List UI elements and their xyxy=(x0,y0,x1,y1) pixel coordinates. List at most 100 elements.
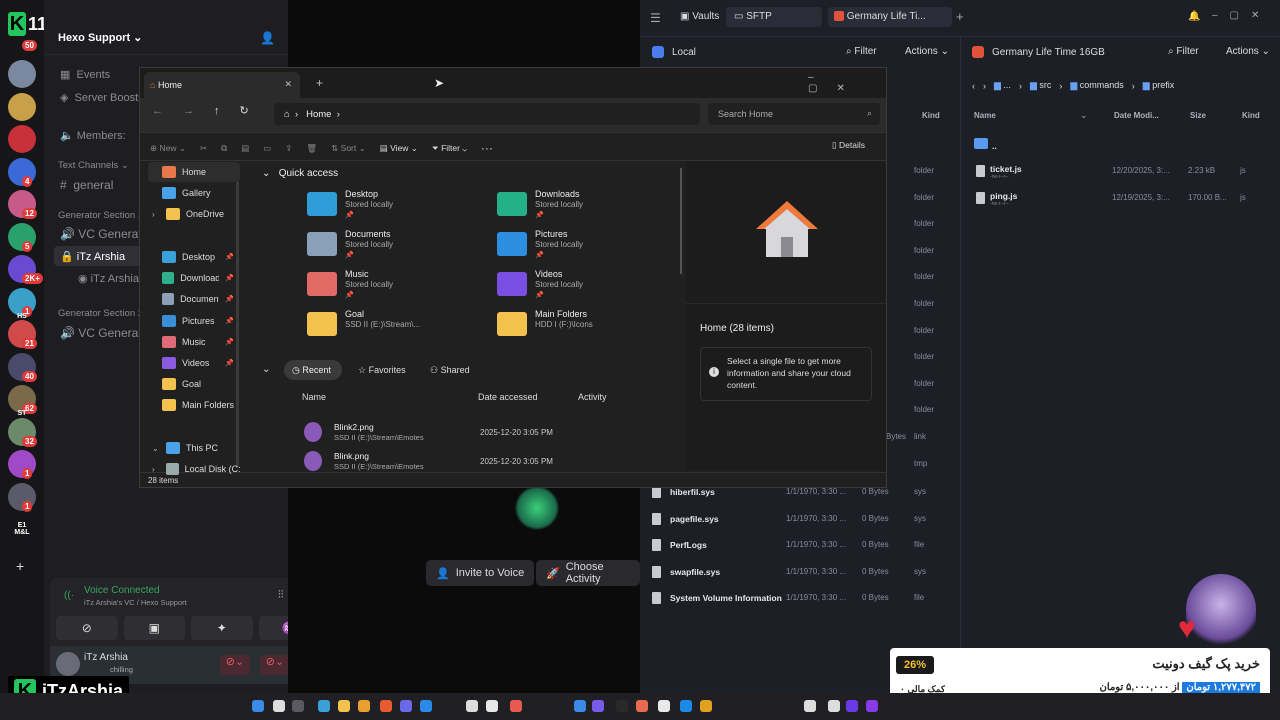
tab-shared[interactable]: ⚇ Shared xyxy=(422,360,478,380)
server-icon[interactable] xyxy=(8,125,36,153)
sidebar-item-main-folders[interactable]: Main Folders xyxy=(148,395,240,415)
category-gen2[interactable]: Generator Section 2 xyxy=(58,308,143,319)
delete-icon[interactable]: 🗑 xyxy=(306,143,317,154)
breadcrumb[interactable]: ⌂ › Home › xyxy=(274,103,700,125)
taskbar-app-icon[interactable] xyxy=(680,700,692,712)
add-member-icon[interactable]: 👤 xyxy=(260,31,275,45)
voice-channel[interactable]: iTz Arshia's VC / Hexo Support xyxy=(84,598,187,607)
quick-access-item[interactable]: Main Folders HDD I (F:)\Icons xyxy=(497,306,667,342)
local-kind-header[interactable]: Kind xyxy=(922,111,940,120)
sidebar-item-home[interactable]: Home xyxy=(148,162,240,182)
sidebar-item-goal[interactable]: Goal xyxy=(148,374,240,394)
avatar[interactable] xyxy=(56,652,80,676)
sidebar-item-music[interactable]: Music 📌 xyxy=(148,332,240,352)
column-date[interactable]: Date accessed xyxy=(478,392,538,402)
taskbar-app-icon[interactable] xyxy=(486,700,498,712)
taskbar-app-icon[interactable] xyxy=(292,700,304,712)
remote-file-row[interactable]: ticket.js -rw-r--r-- 12/20/2025, 3:... 2.23… xyxy=(974,164,1274,184)
collapse-recent-icon[interactable]: ⌄ xyxy=(262,364,270,375)
paste-icon[interactable]: ▤ xyxy=(241,143,249,154)
taskbar-app-icon[interactable] xyxy=(828,700,840,712)
sidebar-item-documents[interactable]: Documents 📌 xyxy=(148,289,240,309)
taskbar-app-icon[interactable] xyxy=(846,700,858,712)
forward-icon[interactable]: › xyxy=(983,81,986,91)
remote-col-size[interactable]: Size xyxy=(1190,111,1206,120)
window-controls[interactable]: –▢✕ xyxy=(808,72,886,94)
taskbar-app-icon[interactable] xyxy=(338,700,350,712)
local-filter-button[interactable]: ⌕ Filter xyxy=(846,46,877,57)
quick-access-item[interactable]: Goal SSD II (E:)\Stream\... xyxy=(307,306,477,342)
sort-icon[interactable]: ⌄ xyxy=(1080,110,1088,121)
taskbar-app-icon[interactable] xyxy=(252,700,264,712)
add-server-icon[interactable]: + xyxy=(16,558,24,574)
tab-favorites[interactable]: ☆ Favorites xyxy=(350,360,414,380)
taskbar-app-icon[interactable] xyxy=(804,700,816,712)
taskbar-app-icon[interactable] xyxy=(466,700,478,712)
share-icon[interactable]: ⇪ xyxy=(285,143,292,154)
channel-general[interactable]: # general xyxy=(60,178,113,192)
sidebar-item-videos[interactable]: Videos 📌 xyxy=(148,353,240,373)
local-file-row[interactable]: PerfLogs 1/1/1970, 3:30 ... 0 Bytes file xyxy=(652,539,952,557)
local-file-row[interactable]: System Volume Information 1/1/1970, 3:30 … xyxy=(652,592,952,610)
new-button[interactable]: ⊕ New ⌄ xyxy=(150,143,186,154)
sidebar-item-local-disk-c-[interactable]: › Local Disk (C:) xyxy=(148,459,240,479)
menu-icon[interactable]: ☰ xyxy=(650,11,661,25)
column-activity[interactable]: Activity xyxy=(578,392,607,402)
remote-col-name[interactable]: Name xyxy=(974,111,996,120)
bell-icon[interactable]: 🔔 xyxy=(1188,11,1200,22)
new-tab-button[interactable]: + xyxy=(956,9,964,24)
tab-home[interactable]: ⌂ Home ✕ xyxy=(144,72,300,98)
window-controls[interactable]: –▢✕ xyxy=(1212,10,1271,21)
taskbar-app-icon[interactable] xyxy=(400,700,412,712)
new-tab-button[interactable]: + xyxy=(316,76,323,90)
activities-button[interactable]: ✦ xyxy=(191,616,253,640)
sidebar-item-gallery[interactable]: Gallery xyxy=(148,183,240,203)
filter-button[interactable]: ⏷ Filter ⌄ xyxy=(432,143,467,154)
quick-access-item[interactable]: Videos Stored locally 📌 xyxy=(497,266,667,302)
path-prefix[interactable]: ▆ prefix xyxy=(1143,80,1174,91)
sidebar-item-onedrive[interactable]: › OneDrive xyxy=(148,204,240,224)
copy-icon[interactable]: ⧉ xyxy=(221,143,227,154)
tab-sftp[interactable]: ▭ SFTP xyxy=(726,7,822,27)
remote-file-row[interactable]: ping.js -rw-r--r-- 12/19/2025, 3:... 170.00… xyxy=(974,191,1274,211)
sidebar-item-this-pc[interactable]: ⌄ This PC xyxy=(148,438,240,458)
category-text[interactable]: Text Channels ⌄ xyxy=(58,160,129,171)
remote-col-kind[interactable]: Kind xyxy=(1242,111,1260,120)
nav-buttons[interactable]: ←→↑↻ xyxy=(152,104,269,117)
taskbar-app-icon[interactable] xyxy=(616,700,628,712)
invite-to-voice-button[interactable]: 👤 Invite to Voice xyxy=(426,560,535,586)
channel-events[interactable]: ▦ Events xyxy=(60,68,110,81)
channel-members[interactable]: 🔈 Members: xyxy=(60,129,126,142)
local-actions-button[interactable]: Actions ⌄ xyxy=(905,46,949,57)
back-icon[interactable]: ‹ xyxy=(972,81,975,91)
choose-activity-button[interactable]: 🚀 Choose Activity xyxy=(536,560,640,586)
deafen-icon[interactable]: ⊘⌄ xyxy=(260,655,290,675)
rename-icon[interactable]: ▭ xyxy=(263,143,271,154)
remote-col-date[interactable]: Date Modi... xyxy=(1114,111,1159,120)
taskbar-app-icon[interactable] xyxy=(380,700,392,712)
remote-actions-button[interactable]: Actions ⌄ xyxy=(1226,46,1270,57)
taskbar-app-icon[interactable] xyxy=(574,700,586,712)
chevron-down-icon[interactable]: ⌄ xyxy=(152,444,160,453)
quick-access-header[interactable]: ⌄ Quick access xyxy=(262,168,338,179)
path-src[interactable]: ▆ src xyxy=(1030,80,1051,91)
sort-button[interactable]: ⇅ Sort ⌄ xyxy=(331,143,366,154)
screen-share-button[interactable]: ▣ xyxy=(123,616,185,640)
sidebar-item-desktop[interactable]: Desktop 📌 xyxy=(148,247,240,267)
taskbar-app-icon[interactable] xyxy=(866,700,878,712)
sidebar-item-pictures[interactable]: Pictures 📌 xyxy=(148,311,240,331)
sidebar-item-downloads[interactable]: Downloads 📌 xyxy=(148,268,240,288)
tab-host[interactable]: Germany Life Ti... xyxy=(828,7,952,27)
table-row[interactable]: Blink.png SSD II (E:)\Stream\Emotes 2025-1… xyxy=(300,449,680,473)
local-file-row[interactable]: swapfile.sys 1/1/1970, 3:30 ... 0 Bytes sys xyxy=(652,565,952,584)
server-icon[interactable] xyxy=(8,60,36,88)
chevron-right-icon[interactable]: › xyxy=(152,465,160,474)
table-row[interactable]: Blink2.png SSD II (E:)\Stream\Emotes 2025-… xyxy=(300,420,680,444)
video-off-button[interactable]: ⊘ xyxy=(56,616,118,640)
path-root[interactable]: ▆ ... xyxy=(994,80,1011,91)
cut-icon[interactable]: ✂ xyxy=(200,143,207,154)
server-name[interactable]: Hexo Support ⌄ xyxy=(58,31,142,44)
taskbar-app-icon[interactable] xyxy=(420,700,432,712)
category-gen1[interactable]: Generator Section 1 xyxy=(58,210,143,221)
taskbar-app-icon[interactable] xyxy=(658,700,670,712)
